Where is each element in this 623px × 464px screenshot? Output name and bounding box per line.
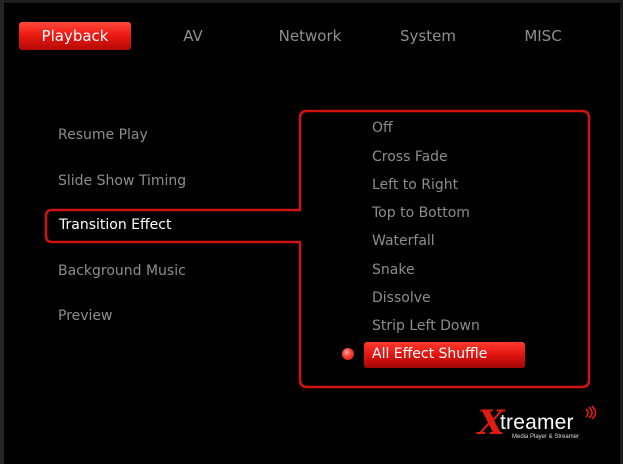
option-strip-left-down[interactable]: Strip Left Down (372, 318, 480, 334)
option-snake[interactable]: Snake (372, 262, 415, 278)
menu-item-preview[interactable]: Preview (58, 308, 113, 324)
option-left-to-right[interactable]: Left to Right (372, 177, 458, 193)
xtreamer-logo: X treamer Media Player & Streamer (478, 403, 598, 445)
option-waterfall[interactable]: Waterfall (372, 233, 435, 249)
option-dissolve[interactable]: Dissolve (372, 290, 431, 306)
media-player-settings-screen: Playback AV Network System MISC Resume P… (0, 0, 623, 464)
menu-item-background-music[interactable]: Background Music (58, 263, 186, 279)
menu-item-transition-effect[interactable]: Transition Effect (59, 217, 171, 233)
option-cross-fade[interactable]: Cross Fade (372, 149, 448, 165)
logo-tagline: Media Player & Streamer (512, 434, 580, 440)
menu-item-slide-show-timing[interactable]: Slide Show Timing (58, 173, 186, 189)
menu-item-resume-play[interactable]: Resume Play (58, 127, 148, 143)
option-all-effect-shuffle[interactable]: All Effect Shuffle (372, 346, 487, 362)
selected-radio-icon (342, 348, 354, 360)
option-off[interactable]: Off (372, 120, 393, 136)
logo-wordmark: treamer (500, 411, 574, 434)
option-top-to-bottom[interactable]: Top to Bottom (372, 205, 470, 221)
signal-waves-icon (585, 405, 597, 419)
